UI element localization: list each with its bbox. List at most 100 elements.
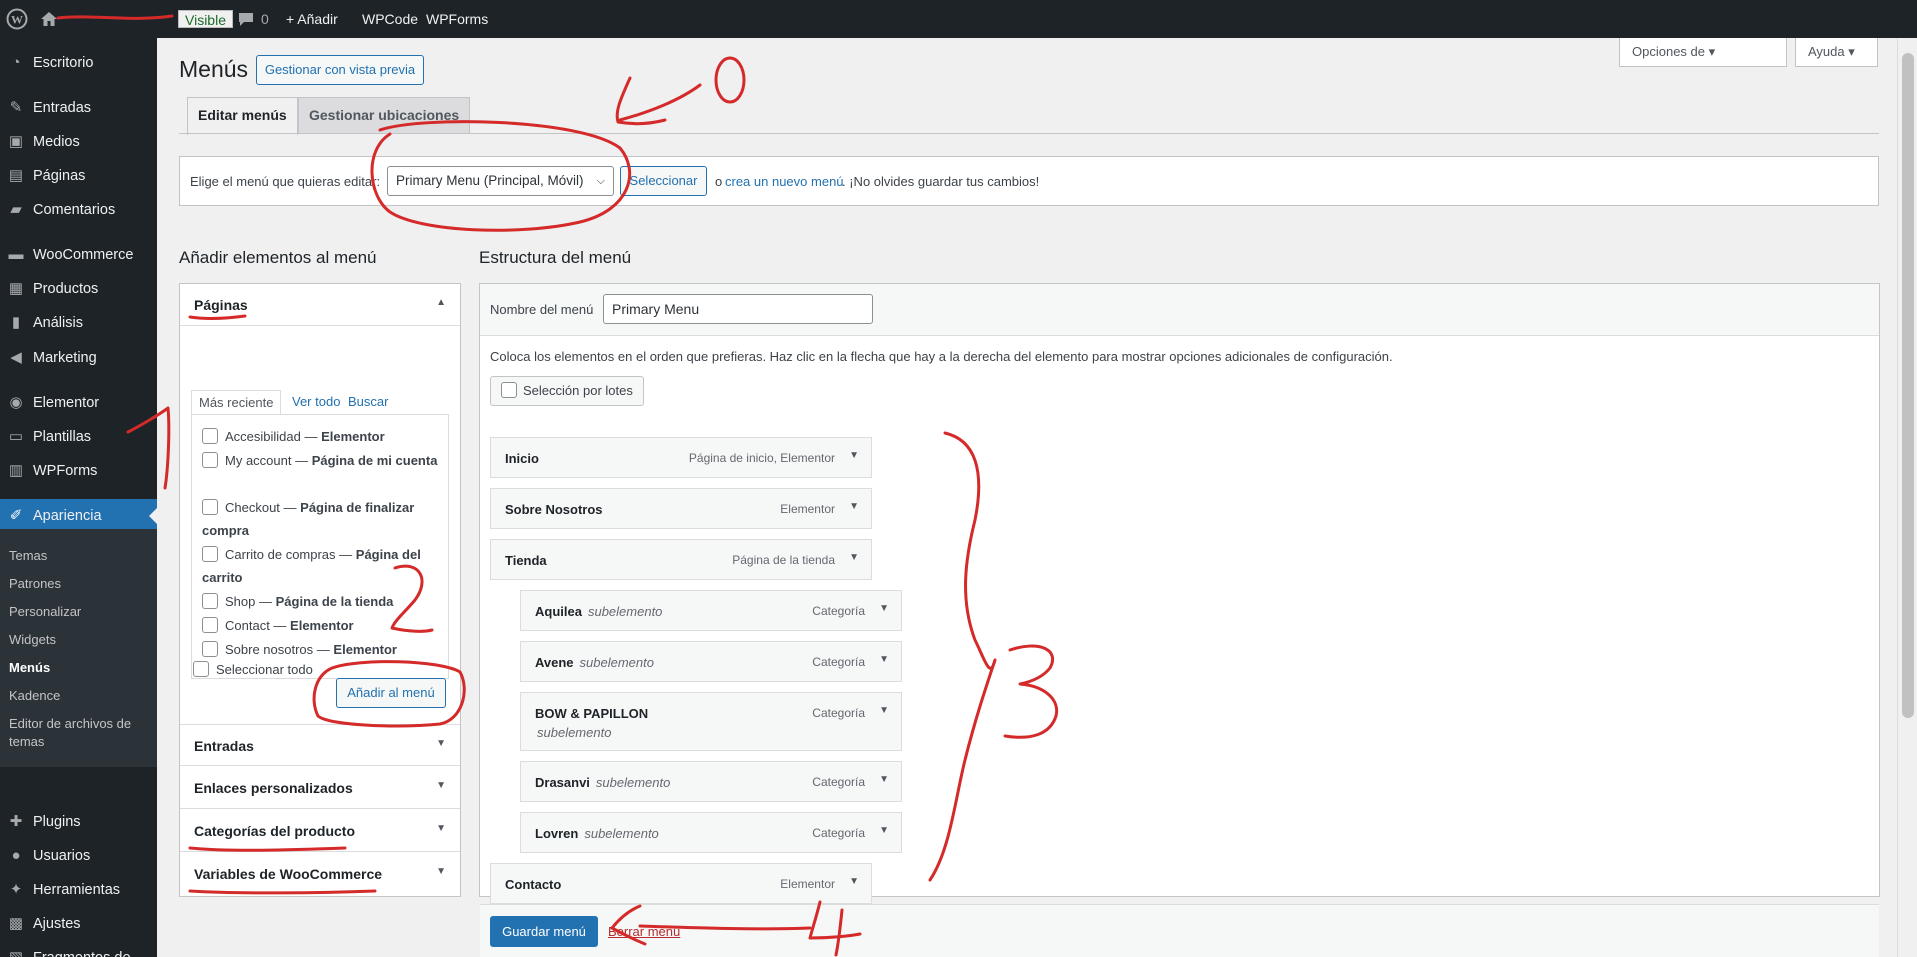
list-item[interactable]: My account — Página de mi cuenta — [202, 449, 438, 472]
settings-icon: ▩ — [8, 915, 24, 932]
menu-name-input[interactable]: Primary Menu — [603, 294, 873, 324]
menu-item-avene[interactable]: Avene subelemento Categoría ▼ — [520, 641, 902, 682]
submenu-widgets[interactable]: Widgets — [9, 631, 149, 649]
sidebar-item-entradas[interactable]: ✎ Entradas — [0, 91, 157, 125]
submenu-temas[interactable]: Temas — [9, 547, 149, 565]
caret-down-icon[interactable]: ▼ — [849, 450, 859, 461]
list-item[interactable]: Contact — Elementor — [202, 614, 438, 637]
checkbox[interactable] — [202, 617, 218, 633]
caret-down-icon[interactable]: ▼ — [849, 552, 859, 563]
manage-preview-button[interactable]: Gestionar con vista previa — [256, 55, 424, 85]
bulk-select-button[interactable]: Selección por lotes — [490, 376, 644, 406]
sidebar-item-elementor[interactable]: ◉ Elementor — [0, 386, 157, 420]
menu-item-lovren[interactable]: Lovren subelemento Categoría ▼ — [520, 812, 902, 853]
accordion-pages[interactable]: Páginas ▲ — [180, 284, 460, 326]
checkbox[interactable] — [202, 499, 218, 515]
sidebar-item-plantillas[interactable]: ▭ Plantillas — [0, 420, 157, 454]
checkbox[interactable] — [202, 641, 218, 657]
submenu-personalizar[interactable]: Personalizar — [9, 603, 149, 621]
sidebar-item-medios[interactable]: ▣ Medios — [0, 125, 157, 159]
save-menu-button[interactable]: Guardar menú — [490, 916, 598, 947]
submenu-editor-archivos[interactable]: Editor de archivos de temas — [9, 715, 149, 751]
menu-item-drasanvi[interactable]: Drasanvi subelemento Categoría ▼ — [520, 761, 902, 802]
page-scrollbar[interactable] — [1897, 38, 1917, 957]
list-item[interactable]: Accesibilidad — Elementor — [202, 425, 438, 448]
menu-item-inicio[interactable]: Inicio Página de inicio, Elementor ▼ — [490, 437, 872, 478]
checkbox[interactable] — [202, 452, 218, 468]
list-item[interactable]: Shop — Página de la tienda — [202, 590, 438, 613]
checkbox[interactable] — [202, 428, 218, 444]
caret-down-icon: ▼ — [436, 780, 446, 791]
list-item[interactable]: Checkout — Página de finalizar compra — [202, 496, 438, 542]
tab-most-recent[interactable]: Más reciente — [191, 390, 282, 415]
menu-item-aquilea[interactable]: Aquilea subelemento Categoría ▼ — [520, 590, 902, 631]
main-content: Opciones de ▾ Ayuda ▾ Menús Gestionar co… — [157, 38, 1897, 957]
screen-options-button[interactable]: Opciones de ▾ — [1619, 38, 1787, 67]
menu-item-contacto[interactable]: Contacto Elementor ▼ — [490, 863, 872, 904]
caret-down-icon[interactable]: ▼ — [879, 654, 889, 665]
users-icon: ● — [11, 847, 21, 864]
wordpress-icon[interactable]: W — [6, 0, 32, 38]
menu-select-value: Primary Menu (Principal, Móvil) — [396, 173, 584, 188]
sidebar-item-wpforms[interactable]: ▥ WPForms — [0, 454, 157, 488]
tab-manage-locations[interactable]: Gestionar ubicaciones — [298, 97, 471, 134]
analytics-icon: ▮ — [11, 314, 21, 331]
submenu-kadence[interactable]: Kadence — [9, 687, 149, 705]
create-new-menu-link[interactable]: crea un nuevo menú — [725, 174, 844, 189]
tab-edit-menus[interactable]: Editar menús — [187, 97, 298, 135]
wpforms-menu[interactable]: WPForms — [426, 0, 488, 38]
menu-item-tienda[interactable]: Tienda Página de la tienda ▼ — [490, 539, 872, 580]
checkbox[interactable] — [202, 593, 218, 609]
media-icon: ▣ — [8, 133, 24, 150]
caret-down-icon[interactable]: ▼ — [879, 825, 889, 836]
menu-select-dropdown[interactable]: Primary Menu (Principal, Móvil) ⌵ — [387, 166, 614, 196]
checkbox[interactable] — [501, 382, 517, 398]
sidebar-item-herramientas[interactable]: ✦ Herramientas — [0, 873, 157, 907]
code-icon: ▧ — [6, 941, 26, 957]
sidebar-item-productos[interactable]: ▦ Productos — [0, 272, 157, 306]
sidebar-item-marketing[interactable]: ◀ Marketing — [0, 341, 157, 375]
caret-down-icon[interactable]: ▼ — [849, 501, 859, 512]
sidebar-item-fragmentos[interactable]: ▧Fragmentos de código — [0, 941, 157, 957]
caret-down-icon[interactable]: ▼ — [879, 705, 889, 716]
sidebar-item-apariencia[interactable]: ✐ Apariencia — [0, 499, 157, 533]
accordion-woocommerce-variables[interactable]: Variables de WooCommerce ▼ — [180, 853, 460, 895]
site-name-redacted[interactable] — [62, 0, 174, 38]
sidebar-item-ajustes[interactable]: ▩ Ajustes — [0, 907, 157, 941]
tab-view-all[interactable]: Ver todo — [285, 390, 347, 415]
sidebar-item-comentarios[interactable]: ▰ Comentarios — [0, 193, 157, 227]
home-icon[interactable] — [40, 0, 60, 38]
delete-menu-link[interactable]: Borrar menú — [608, 924, 680, 939]
menu-item-sobre-nosotros[interactable]: Sobre Nosotros Elementor ▼ — [490, 488, 872, 529]
accordion-custom-links-title: Enlaces personalizados — [194, 780, 353, 796]
scrollbar-thumb[interactable] — [1902, 53, 1914, 718]
accordion-posts[interactable]: Entradas ▼ — [180, 724, 460, 766]
submenu-patrones[interactable]: Patrones — [9, 575, 149, 593]
menu-item-bow-papillon[interactable]: BOW & PAPILLON subelemento Categoría ▼ — [520, 692, 902, 751]
add-new-menu[interactable]: + Añadir — [286, 0, 338, 38]
add-to-menu-button[interactable]: Añadir al menú — [336, 678, 446, 708]
help-button[interactable]: Ayuda ▾ — [1795, 38, 1878, 67]
admin-sidebar: ◔ Escritorio ✎ Entradas ▣ Medios ▤ Páginas ▰… — [0, 38, 157, 957]
accordion-custom-links[interactable]: Enlaces personalizados ▼ — [180, 767, 460, 809]
comments-icon[interactable] — [238, 0, 254, 38]
checkbox[interactable] — [202, 546, 218, 562]
sidebar-item-usuarios[interactable]: ● Usuarios — [0, 839, 157, 873]
brush-icon: ✐ — [9, 507, 23, 524]
caret-down-icon[interactable]: ▼ — [879, 774, 889, 785]
comments-count[interactable]: 0 — [261, 0, 269, 38]
caret-down-icon[interactable]: ▼ — [849, 876, 859, 887]
list-item[interactable]: Carrito de compras — Página del carrito — [202, 543, 438, 589]
sidebar-item-escritorio[interactable]: ◔ Escritorio — [0, 46, 157, 80]
sidebar-item-woocommerce[interactable]: ▬ WooCommerce — [0, 238, 157, 272]
submenu-menus[interactable]: Menús — [9, 659, 149, 677]
sidebar-item-plugins[interactable]: ✚ Plugins — [0, 805, 157, 839]
accordion-product-categories[interactable]: Categorías del producto ▼ — [180, 810, 460, 852]
caret-down-icon[interactable]: ▼ — [879, 603, 889, 614]
select-menu-button[interactable]: Seleccionar — [620, 166, 707, 196]
sidebar-item-analisis[interactable]: ▮ Análisis — [0, 306, 157, 340]
sidebar-item-paginas[interactable]: ▤ Páginas — [0, 159, 157, 193]
tab-search[interactable]: Buscar — [341, 390, 395, 415]
checkbox[interactable] — [193, 661, 209, 677]
wpcode-menu[interactable]: WPCode — [362, 0, 418, 38]
